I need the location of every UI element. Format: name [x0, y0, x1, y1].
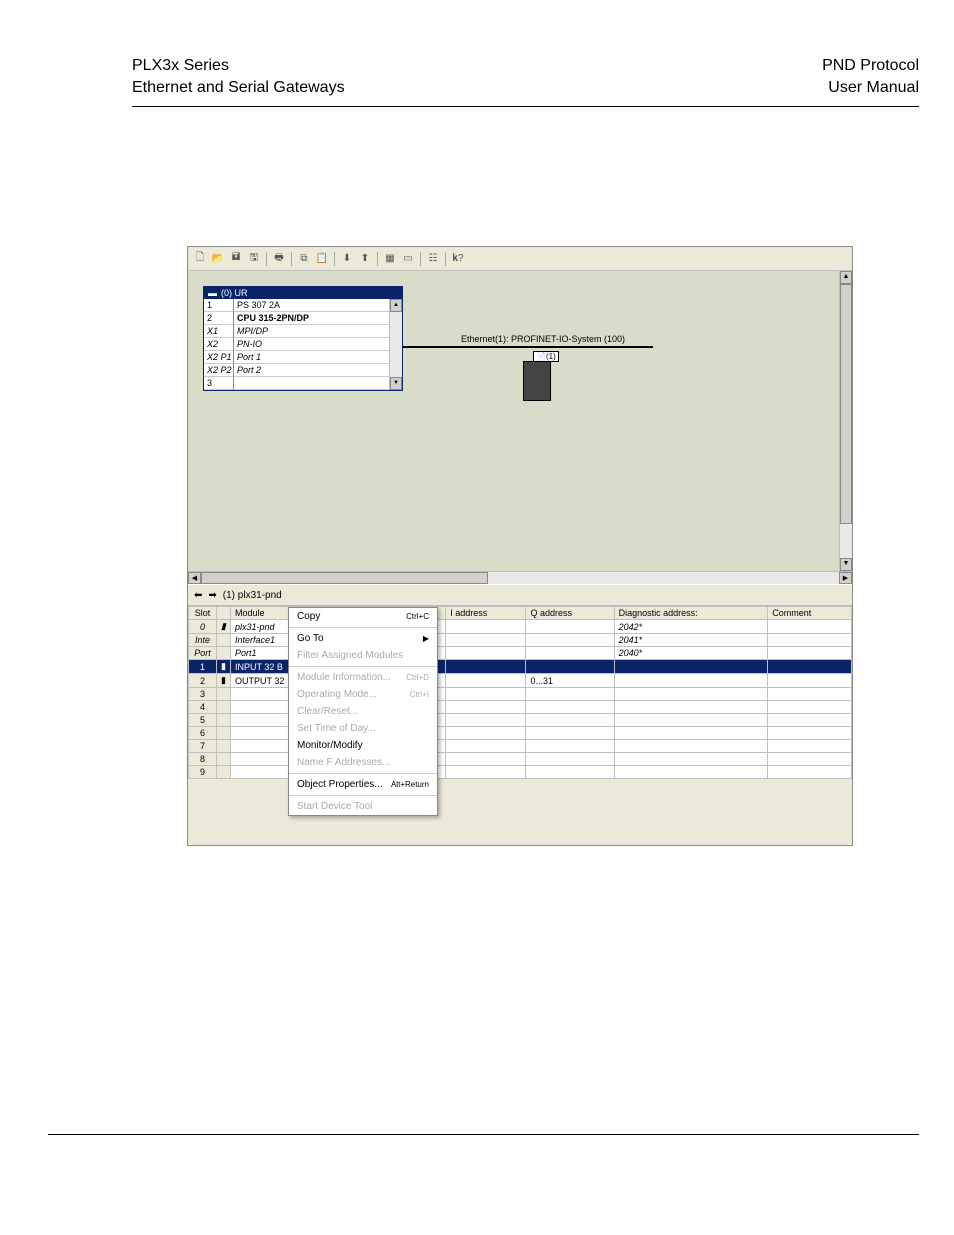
- scroll-down-icon[interactable]: ▼: [840, 558, 852, 571]
- download-icon[interactable]: ⬇: [339, 251, 355, 267]
- savecompile-icon[interactable]: 🖫: [246, 251, 262, 267]
- toolbar: 🗋 📂 🖬 🖫 🖶 ⧉ 📋 ⬇ ⬆ ▦ ▭ ☷ 𝐤?: [188, 247, 852, 271]
- rack-slot: 3: [204, 377, 233, 390]
- rack-title[interactable]: ▬ (0) UR: [204, 287, 402, 299]
- scroll-up-icon[interactable]: ▲: [390, 299, 402, 312]
- menu-item: Operating Mode...Ctrl+I: [289, 686, 437, 703]
- ethernet-bus-line[interactable]: [403, 346, 653, 348]
- rack-slot: 1: [204, 299, 233, 312]
- menu-item[interactable]: Monitor/Modify: [289, 737, 437, 754]
- table-header[interactable]: Q address: [526, 607, 614, 620]
- rack-module-column: PS 307 2ACPU 315-2PN/DPMPI/DPPN-IOPort 1…: [234, 299, 389, 390]
- rack-slot: X2: [204, 338, 233, 351]
- header-left-2: Ethernet and Serial Gateways: [132, 77, 345, 99]
- menu-item[interactable]: Go To▶: [289, 630, 437, 647]
- menu-item: Filter Assigned Modules: [289, 647, 437, 664]
- table-header[interactable]: Slot: [189, 607, 217, 620]
- profinet-device-icon[interactable]: [523, 361, 551, 401]
- open-icon[interactable]: 📂: [210, 251, 226, 267]
- rack-slot: X2 P2: [204, 364, 233, 377]
- rack-slot: X1: [204, 325, 233, 338]
- header-right-2: User Manual: [822, 77, 919, 99]
- station-canvas[interactable]: ▬ (0) UR 12X1X2X2 P1X2 P23 PS 307 2ACPU …: [188, 271, 852, 571]
- ethernet-system-label: Ethernet(1): PROFINET-IO-System (100): [461, 334, 625, 344]
- canvas-vscroll[interactable]: ▲ ▼: [839, 271, 852, 571]
- breadcrumb-text: (1) plx31-pnd: [223, 590, 282, 601]
- menu-item: Start Device Tool: [289, 798, 437, 815]
- menu-item: Module Information...Ctrl+D: [289, 669, 437, 686]
- nav-fwd-icon[interactable]: ➡: [208, 590, 216, 601]
- rack-module[interactable]: PS 307 2A: [234, 299, 389, 312]
- rack-icon: ▬: [208, 288, 217, 298]
- scroll-thumb[interactable]: [201, 572, 488, 584]
- menu-item: Name F Addresses...: [289, 754, 437, 771]
- rack-module[interactable]: MPI/DP: [234, 325, 389, 338]
- canvas-hscroll[interactable]: ◀ ▶: [188, 571, 852, 584]
- rack-module[interactable]: PN-IO: [234, 338, 389, 351]
- scroll-left-icon[interactable]: ◀: [188, 572, 201, 584]
- table-header[interactable]: [217, 607, 231, 620]
- table-header[interactable]: Comment: [768, 607, 852, 620]
- menu-item: Clear/Reset...: [289, 703, 437, 720]
- window-icon[interactable]: ▭: [400, 251, 416, 267]
- save-icon[interactable]: 🖬: [228, 251, 244, 267]
- menu-item: Set Time of Day...: [289, 720, 437, 737]
- rack-title-text: (0) UR: [221, 288, 248, 298]
- nav-back-icon[interactable]: ⬅: [194, 590, 202, 601]
- rack-module[interactable]: Port 1: [234, 351, 389, 364]
- rack-module[interactable]: Port 2: [234, 364, 389, 377]
- table-header[interactable]: Diagnostic address:: [614, 607, 768, 620]
- scroll-down-icon[interactable]: ▼: [390, 377, 402, 390]
- context-menu[interactable]: CopyCtrl+C Go To▶Filter Assigned Modules M…: [288, 607, 438, 816]
- scroll-thumb[interactable]: [840, 284, 852, 524]
- print-icon[interactable]: 🖶: [271, 251, 287, 267]
- table-header[interactable]: I address: [446, 607, 526, 620]
- menu-item[interactable]: Object Properties...Alt+Return: [289, 776, 437, 793]
- rack-slot-column: 12X1X2X2 P1X2 P23: [204, 299, 234, 390]
- menu-item[interactable]: CopyCtrl+C: [289, 608, 437, 625]
- rack-module[interactable]: [234, 377, 389, 390]
- hw-config-window: 🗋 📂 🖬 🖫 🖶 ⧉ 📋 ⬇ ⬆ ▦ ▭ ☷ 𝐤? ▬ (0) UR 12X1…: [187, 246, 853, 846]
- rack-scrollbar[interactable]: ▲ ▼: [389, 299, 402, 390]
- new-icon[interactable]: 🗋: [192, 251, 208, 267]
- submenu-arrow-icon: ▶: [423, 634, 429, 643]
- rack-module[interactable]: CPU 315-2PN/DP: [234, 312, 389, 325]
- rack-slot: X2 P1: [204, 351, 233, 364]
- rack-slot: 2: [204, 312, 233, 325]
- catalog-icon[interactable]: ▦: [382, 251, 398, 267]
- module-table-wrap: SlotModuleOrder numberI addressQ address…: [188, 606, 852, 846]
- rack-window[interactable]: ▬ (0) UR 12X1X2X2 P1X2 P23 PS 307 2ACPU …: [203, 286, 403, 391]
- paste-icon[interactable]: 📋: [314, 251, 330, 267]
- page-header: PLX3x Series Ethernet and Serial Gateway…: [132, 55, 919, 107]
- upload-icon[interactable]: ⬆: [357, 251, 373, 267]
- netpro-icon[interactable]: ☷: [425, 251, 441, 267]
- copy-icon[interactable]: ⧉: [296, 251, 312, 267]
- breadcrumb: ⬅ ➡ (1) plx31-pnd: [188, 584, 852, 606]
- footer-rule: [48, 1134, 919, 1135]
- scroll-up-icon[interactable]: ▲: [840, 271, 852, 284]
- help-icon[interactable]: 𝐤?: [450, 251, 466, 267]
- header-left-1: PLX3x Series: [132, 55, 345, 77]
- header-right-1: PND Protocol: [822, 55, 919, 77]
- scroll-right-icon[interactable]: ▶: [839, 572, 852, 584]
